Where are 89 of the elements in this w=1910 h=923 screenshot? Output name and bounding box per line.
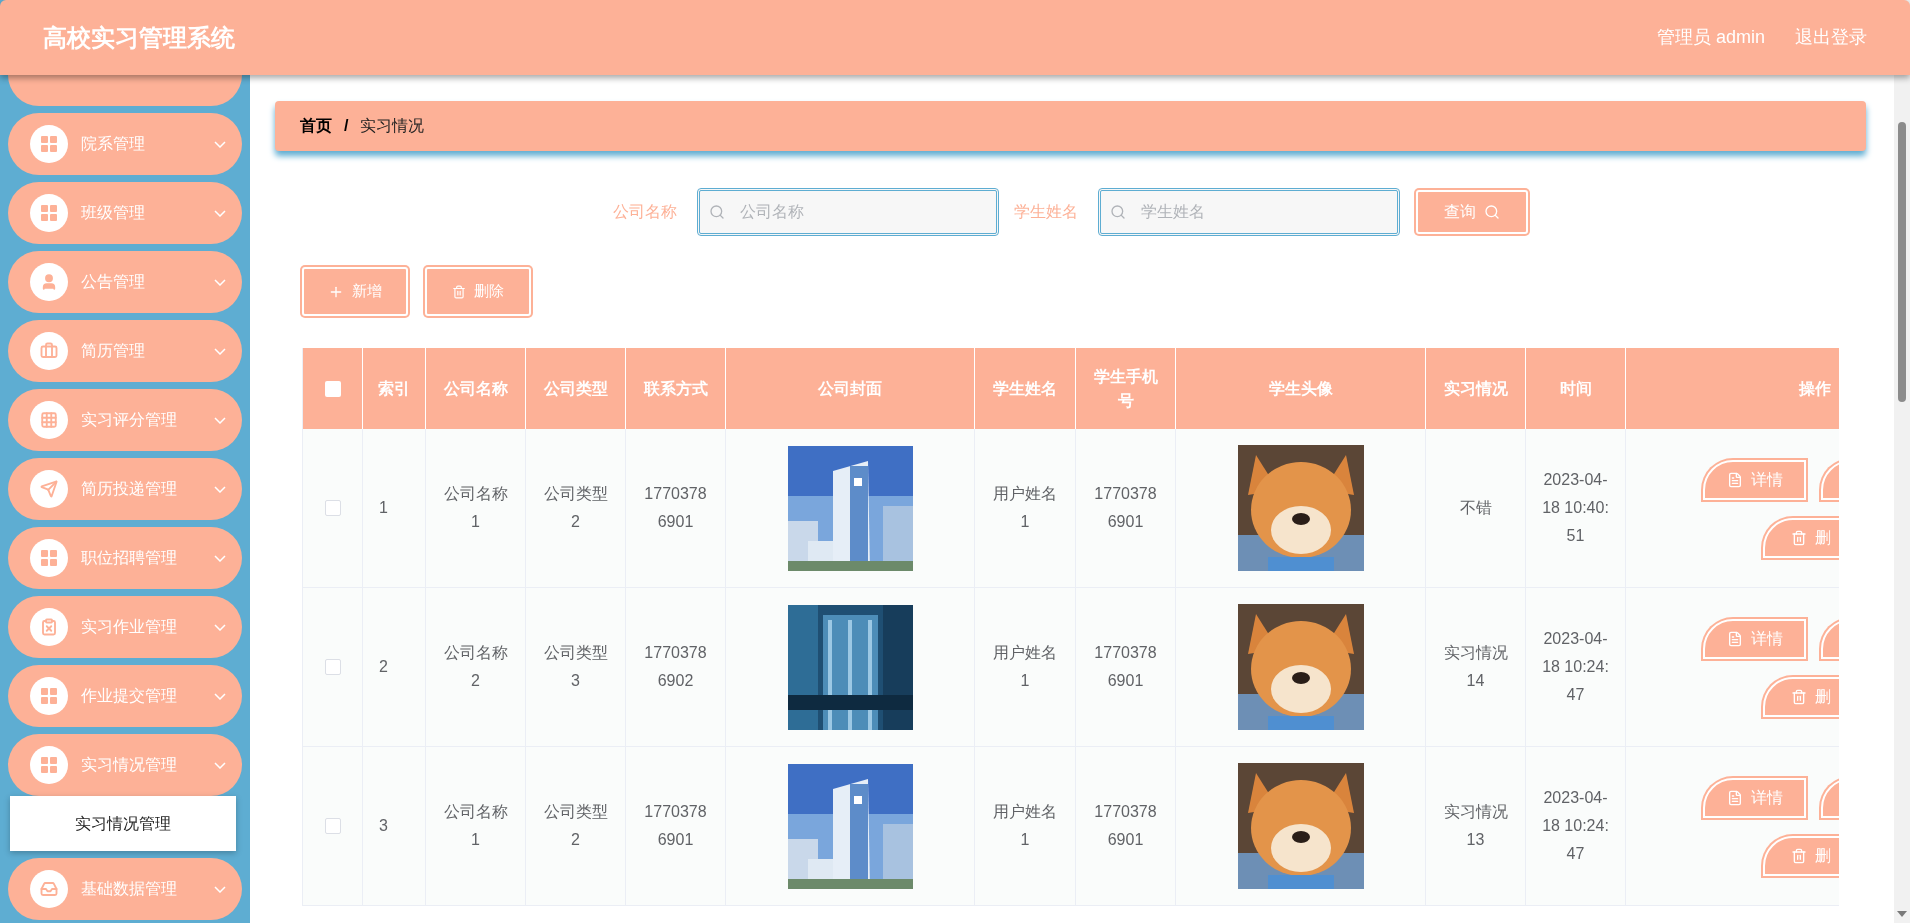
tray-icon [40,880,58,898]
menu-label: 作业提交管理 [81,686,178,706]
menu-label: 实习评分管理 [81,410,178,430]
row-checkbox[interactable] [324,659,341,675]
menu-label: 简历投递管理 [81,479,178,499]
table-cell: 17703786901 [626,747,726,906]
search-icon [1110,204,1126,220]
menu-label: 实习作业管理 [81,617,178,637]
sidebar-item[interactable]: 实习评分管理 [8,389,242,451]
search-icon [1484,204,1500,220]
chevron-icon [214,761,226,769]
header-checkbox[interactable] [324,380,341,397]
trash-icon [1791,530,1807,546]
grid-icon [40,204,58,222]
row-checkbox[interactable] [324,818,341,834]
table-cell: 用户姓名1 [975,747,1076,906]
detail-button[interactable]: 详情 [1703,619,1806,659]
table-cell: 3 [363,747,426,906]
trash-icon [1791,848,1807,864]
trash-icon [452,284,466,299]
sidebar-item[interactable]: 基础数据管理 [8,858,242,920]
user-icon [40,273,58,291]
chevron-icon [214,692,226,700]
sidebar-item[interactable]: 院系管理 [8,113,242,175]
submenu-item[interactable]: 实习情况管理 [10,796,236,851]
trash-icon [1791,689,1807,705]
breadcrumb-item: 实习情况 [360,116,425,136]
chevron-icon [214,554,226,562]
briefcase-icon [40,342,58,360]
chevron-icon [214,485,226,493]
row-checkbox[interactable] [324,500,341,516]
clipboard-icon [40,618,58,636]
grid-icon [40,135,58,153]
grid-icon [40,687,58,705]
table-cell: 公司类型2 [526,747,626,906]
add-button[interactable]: 新增 [302,267,408,316]
detail-button[interactable]: 详情 [1703,778,1806,818]
chevron-icon [214,347,226,355]
scrollbar-thumb[interactable] [1898,122,1906,402]
delete-button[interactable]: 删 [1763,518,1839,558]
paper-plane-icon [40,480,58,498]
scroll-down-icon[interactable] [1897,911,1907,917]
chevron-icon [214,278,226,286]
menu-label: 班级管理 [81,203,146,223]
table-cell: 17703786901 [1076,747,1176,906]
scrollbar[interactable] [1894,0,1910,923]
detail-button[interactable]: 详情 [1703,460,1806,500]
table-cell: 实习情况13 [1426,747,1526,906]
document-icon [1726,631,1743,647]
menu-label: 公告管理 [81,272,146,292]
grid-icon [40,411,58,429]
sidebar-item[interactable]: 实习情况管理 [8,734,242,796]
chevron-icon [214,623,226,631]
table-cell: 2023-04-18 10:24:47 [1526,747,1626,906]
menu-label: 简历管理 [81,341,146,361]
chevron-icon [214,416,226,424]
search-icon [709,204,725,220]
table-cell: 公司名称1 [426,747,526,906]
app-title: 高校实习管理系统 [43,22,235,53]
document-icon [1726,790,1743,806]
sidebar-item[interactable]: 简历管理 [8,320,242,382]
grid-icon [40,549,58,567]
search-field[interactable]: 公司名称 [697,188,999,236]
sidebar-item[interactable]: 实习作业管理 [8,596,242,658]
document-icon [1726,472,1743,488]
sidebar-item[interactable]: 作业提交管理 [8,665,242,727]
menu-label: 职位招聘管理 [81,548,178,568]
menu-label: 院系管理 [81,134,146,154]
chevron-icon [214,140,226,148]
delete-button[interactable]: 删除 [425,267,531,316]
breadcrumb-separator: / [344,116,349,136]
sidebar-item[interactable]: 公告管理 [8,251,242,313]
chevron-icon [214,209,226,217]
search-label: 公司名称 [613,202,677,222]
sidebar-item[interactable]: 职位招聘管理 [8,527,242,589]
logout-link[interactable]: 退出登录 [1795,24,1867,51]
search-label: 学生姓名 [1014,202,1078,222]
grid-icon [40,756,58,774]
sidebar-item[interactable]: 简历投递管理 [8,458,242,520]
query-button[interactable]: 查询 [1416,190,1528,234]
menu-label: 基础数据管理 [81,879,178,899]
search-field[interactable]: 学生姓名 [1098,188,1400,236]
chevron-icon [214,885,226,893]
delete-button[interactable]: 删 [1763,836,1839,876]
delete-button[interactable]: 删 [1763,677,1839,717]
breadcrumb-item[interactable]: 首页 [300,114,332,138]
menu-label: 实习情况管理 [81,755,178,775]
user-label: 管理员 admin [1656,26,1765,49]
sidebar-item[interactable]: 班级管理 [8,182,242,244]
